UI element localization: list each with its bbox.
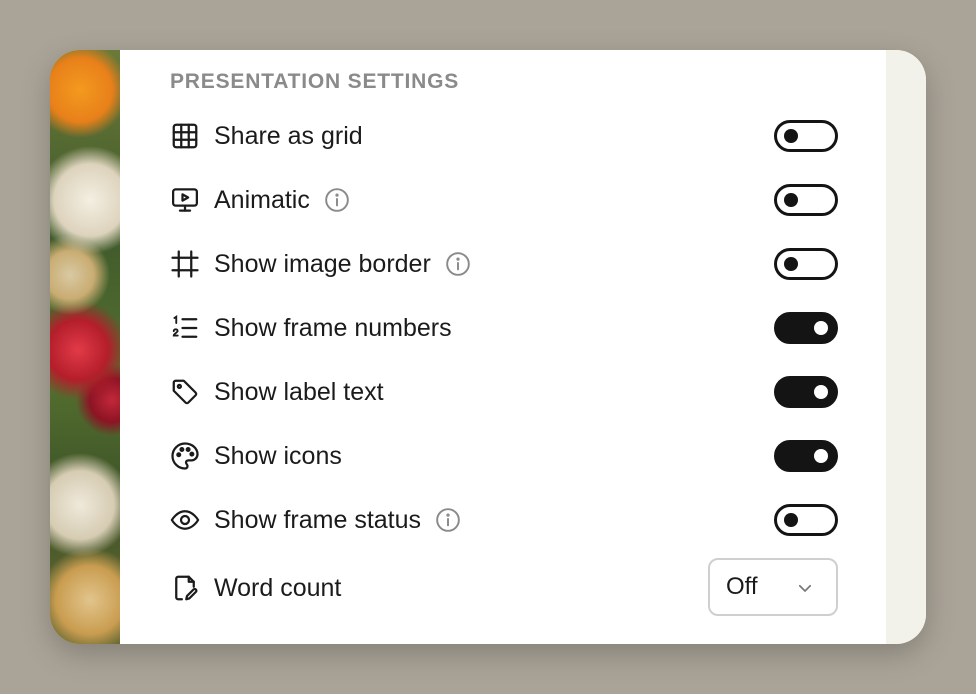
setting-row-show-frame-status: Show frame status <box>170 498 838 542</box>
eye-icon <box>170 504 202 536</box>
document-edit-icon <box>170 572 202 604</box>
toggle-knob <box>814 385 828 399</box>
info-icon[interactable] <box>445 251 471 277</box>
setting-label: Show icons <box>214 441 342 470</box>
setting-row-animatic: Animatic <box>170 178 838 222</box>
toggle-knob <box>814 449 828 463</box>
setting-label: Word count <box>214 573 342 602</box>
setting-label: Animatic <box>214 185 310 214</box>
show-label-text-toggle[interactable] <box>774 376 838 408</box>
info-icon[interactable] <box>435 507 461 533</box>
tag-icon <box>170 376 202 408</box>
floral-photo-strip <box>50 50 120 644</box>
crop-frame-icon <box>170 248 202 280</box>
setting-row-show-label-text: Show label text <box>170 370 838 414</box>
setting-row-word-count: Word count Off <box>170 558 838 616</box>
side-panel-edge <box>886 50 926 644</box>
setting-label: Share as grid <box>214 121 363 150</box>
show-frame-numbers-toggle[interactable] <box>774 312 838 344</box>
show-frame-status-toggle[interactable] <box>774 504 838 536</box>
setting-label: Show frame status <box>214 505 422 534</box>
word-count-value: Off <box>726 573 758 600</box>
toggle-knob <box>784 129 798 143</box>
section-title: PRESENTATION SETTINGS <box>170 70 460 93</box>
toggle-knob <box>784 257 798 271</box>
share-as-grid-toggle[interactable] <box>774 120 838 152</box>
settings-card: PRESENTATION SETTINGS Share as grid Anim… <box>50 50 926 644</box>
setting-row-show-image-border: Show image border <box>170 242 838 286</box>
setting-label: Show frame numbers <box>214 313 452 342</box>
chevron-down-icon <box>798 584 812 592</box>
monitor-play-icon <box>170 184 202 216</box>
toggle-knob <box>814 321 828 335</box>
show-icons-toggle[interactable] <box>774 440 838 472</box>
setting-row-show-frame-numbers: Show frame numbers <box>170 306 838 350</box>
toggle-knob <box>784 513 798 527</box>
word-count-select[interactable]: Off <box>708 558 838 616</box>
animatic-toggle[interactable] <box>774 184 838 216</box>
info-icon[interactable] <box>324 187 350 213</box>
toggle-knob <box>784 193 798 207</box>
show-image-border-toggle[interactable] <box>774 248 838 280</box>
palette-icon <box>170 440 202 472</box>
numbered-list-icon <box>170 312 202 344</box>
setting-label: Show label text <box>214 377 384 406</box>
setting-label: Show image border <box>214 249 431 278</box>
setting-row-share-as-grid: Share as grid <box>170 114 838 158</box>
setting-row-show-icons: Show icons <box>170 434 838 478</box>
presentation-settings-panel: PRESENTATION SETTINGS Share as grid Anim… <box>120 50 886 644</box>
grid-icon <box>170 120 202 152</box>
